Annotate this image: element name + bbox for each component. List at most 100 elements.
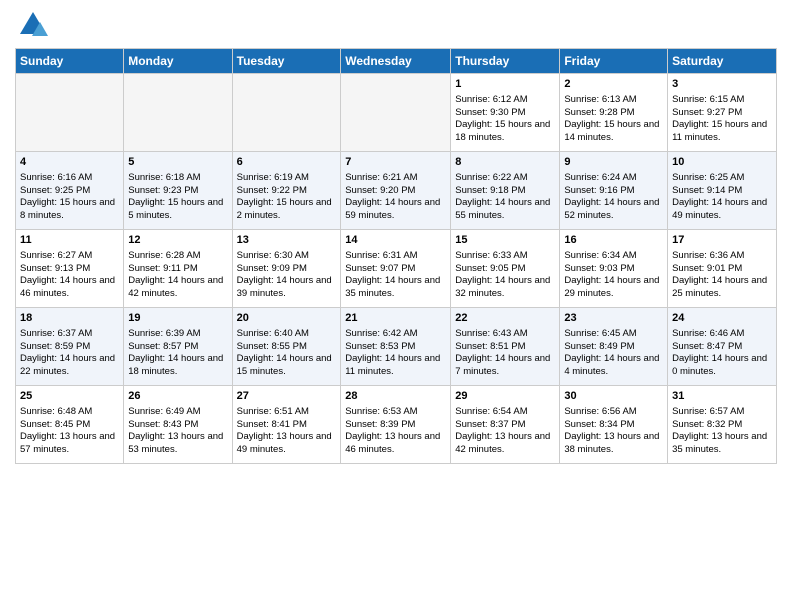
day-info: Sunset: 8:32 PM	[672, 419, 772, 432]
day-number: 18	[20, 311, 119, 326]
day-info: Sunset: 9:05 PM	[455, 263, 555, 276]
weekday-header-friday: Friday	[560, 49, 668, 74]
day-info: Sunrise: 6:37 AM	[20, 328, 119, 341]
day-info: Sunrise: 6:42 AM	[345, 328, 446, 341]
day-info: Sunrise: 6:43 AM	[455, 328, 555, 341]
day-info: Sunset: 8:37 PM	[455, 419, 555, 432]
day-info: Daylight: 14 hours and 15 minutes.	[237, 353, 337, 379]
day-info: Daylight: 13 hours and 53 minutes.	[128, 431, 227, 457]
day-info: Sunrise: 6:46 AM	[672, 328, 772, 341]
day-number: 8	[455, 155, 555, 170]
day-info: Sunrise: 6:19 AM	[237, 172, 337, 185]
calendar-cell: 26Sunrise: 6:49 AMSunset: 8:43 PMDayligh…	[124, 386, 232, 464]
weekday-header-wednesday: Wednesday	[341, 49, 451, 74]
day-info: Sunset: 9:28 PM	[564, 107, 663, 120]
day-info: Sunset: 9:03 PM	[564, 263, 663, 276]
day-info: Daylight: 14 hours and 0 minutes.	[672, 353, 772, 379]
day-info: Daylight: 14 hours and 22 minutes.	[20, 353, 119, 379]
day-info: Daylight: 14 hours and 11 minutes.	[345, 353, 446, 379]
day-info: Sunset: 9:14 PM	[672, 185, 772, 198]
day-info: Daylight: 13 hours and 38 minutes.	[564, 431, 663, 457]
day-info: Sunset: 8:51 PM	[455, 341, 555, 354]
calendar-cell: 27Sunrise: 6:51 AMSunset: 8:41 PMDayligh…	[232, 386, 341, 464]
calendar-cell: 14 Sunrise: 6:31 AMSunset: 9:07 PMDayligh…	[341, 230, 451, 308]
day-info: Daylight: 13 hours and 42 minutes.	[455, 431, 555, 457]
day-number: 28	[345, 389, 446, 404]
day-number: 15	[455, 233, 555, 248]
day-number: 12	[128, 233, 227, 248]
day-info: Sunset: 9:20 PM	[345, 185, 446, 198]
calendar-cell	[16, 74, 124, 152]
day-info: Sunrise: 6:31 AM	[345, 250, 446, 263]
day-info: Sunrise: 6:45 AM	[564, 328, 663, 341]
day-info: Sunrise: 6:33 AM	[455, 250, 555, 263]
day-info: Sunset: 8:41 PM	[237, 419, 337, 432]
day-info: Daylight: 15 hours and 5 minutes.	[128, 197, 227, 223]
day-number: 29	[455, 389, 555, 404]
day-info: Sunrise: 6:21 AM	[345, 172, 446, 185]
day-info: Sunset: 8:57 PM	[128, 341, 227, 354]
day-info: Sunset: 9:23 PM	[128, 185, 227, 198]
day-info: Sunrise: 6:15 AM	[672, 94, 772, 107]
calendar-cell: 20Sunrise: 6:40 AMSunset: 8:55 PMDayligh…	[232, 308, 341, 386]
day-number: 7	[345, 155, 446, 170]
calendar-cell: 15Sunrise: 6:33 AMSunset: 9:05 PMDayligh…	[451, 230, 560, 308]
day-info: Sunset: 8:43 PM	[128, 419, 227, 432]
day-number: 2	[564, 77, 663, 92]
day-number: 14	[345, 233, 446, 248]
day-info: Sunrise: 6:22 AM	[455, 172, 555, 185]
day-info: Sunset: 9:01 PM	[672, 263, 772, 276]
day-number: 11	[20, 233, 119, 248]
calendar-cell: 2Sunrise: 6:13 AMSunset: 9:28 PMDaylight…	[560, 74, 668, 152]
day-number: 21	[345, 311, 446, 326]
day-info: Sunrise: 6:40 AM	[237, 328, 337, 341]
calendar-cell: 11 Sunrise: 6:27 AMSunset: 9:13 PMDayligh…	[16, 230, 124, 308]
day-info: Sunset: 9:07 PM	[345, 263, 446, 276]
day-info: Daylight: 15 hours and 8 minutes.	[20, 197, 119, 223]
weekday-header-saturday: Saturday	[668, 49, 777, 74]
day-number: 23	[564, 311, 663, 326]
calendar-cell: 4Sunrise: 6:16 AMSunset: 9:25 PMDaylight…	[16, 152, 124, 230]
day-info: Daylight: 14 hours and 42 minutes.	[128, 275, 227, 301]
day-info: Daylight: 14 hours and 59 minutes.	[345, 197, 446, 223]
day-info: Daylight: 14 hours and 35 minutes.	[345, 275, 446, 301]
calendar-cell: 18 Sunrise: 6:37 AMSunset: 8:59 PMDayligh…	[16, 308, 124, 386]
day-info: Daylight: 13 hours and 35 minutes.	[672, 431, 772, 457]
day-info: Daylight: 14 hours and 49 minutes.	[672, 197, 772, 223]
day-info: Sunrise: 6:30 AM	[237, 250, 337, 263]
day-info: Sunrise: 6:34 AM	[564, 250, 663, 263]
calendar-cell: 22Sunrise: 6:43 AMSunset: 8:51 PMDayligh…	[451, 308, 560, 386]
day-number: 19	[128, 311, 227, 326]
day-info: Sunset: 9:13 PM	[20, 263, 119, 276]
calendar-cell: 1Sunrise: 6:12 AMSunset: 9:30 PMDaylight…	[451, 74, 560, 152]
day-info: Sunset: 9:27 PM	[672, 107, 772, 120]
day-info: Sunset: 9:25 PM	[20, 185, 119, 198]
day-info: Sunset: 9:18 PM	[455, 185, 555, 198]
day-number: 20	[237, 311, 337, 326]
day-info: Sunset: 9:16 PM	[564, 185, 663, 198]
day-info: Daylight: 13 hours and 46 minutes.	[345, 431, 446, 457]
calendar-cell: 17Sunrise: 6:36 AMSunset: 9:01 PMDayligh…	[668, 230, 777, 308]
day-number: 5	[128, 155, 227, 170]
day-info: Daylight: 14 hours and 4 minutes.	[564, 353, 663, 379]
day-info: Daylight: 15 hours and 11 minutes.	[672, 119, 772, 145]
day-info: Sunrise: 6:18 AM	[128, 172, 227, 185]
day-number: 27	[237, 389, 337, 404]
logo	[15, 10, 48, 40]
day-info: Sunrise: 6:56 AM	[564, 406, 663, 419]
calendar-cell: 29Sunrise: 6:54 AMSunset: 8:37 PMDayligh…	[451, 386, 560, 464]
day-number: 3	[672, 77, 772, 92]
day-info: Sunrise: 6:48 AM	[20, 406, 119, 419]
day-info: Sunrise: 6:27 AM	[20, 250, 119, 263]
calendar-cell	[124, 74, 232, 152]
header	[15, 10, 777, 40]
weekday-header-sunday: Sunday	[16, 49, 124, 74]
day-info: Sunrise: 6:49 AM	[128, 406, 227, 419]
day-info: Sunset: 8:59 PM	[20, 341, 119, 354]
day-info: Sunrise: 6:28 AM	[128, 250, 227, 263]
day-info: Sunset: 8:45 PM	[20, 419, 119, 432]
day-info: Daylight: 14 hours and 55 minutes.	[455, 197, 555, 223]
calendar-cell: 9Sunrise: 6:24 AMSunset: 9:16 PMDaylight…	[560, 152, 668, 230]
day-number: 31	[672, 389, 772, 404]
day-info: Daylight: 14 hours and 46 minutes.	[20, 275, 119, 301]
